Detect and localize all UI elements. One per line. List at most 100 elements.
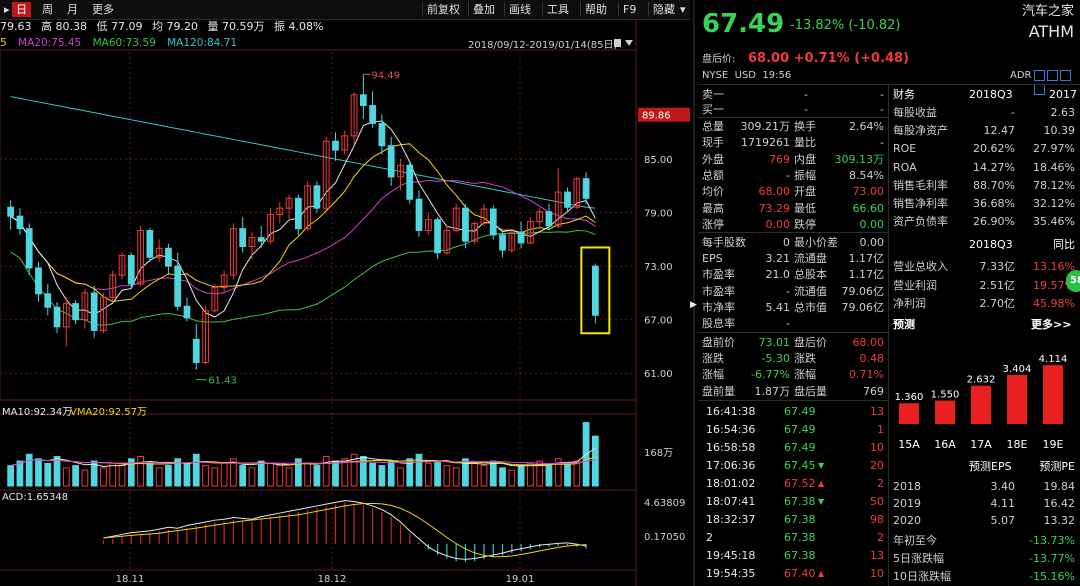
forecast-year: 2020 xyxy=(893,514,921,527)
finance-row: 每股净资产 12.47 10.39 xyxy=(891,122,1077,139)
tab-more[interactable]: 更多 xyxy=(88,2,118,17)
candle-body xyxy=(591,265,599,316)
stat-value: 309.21万 xyxy=(740,120,791,133)
forecast-year: 18E xyxy=(1007,438,1028,451)
stat-row: 盘前价 73.01 盘后价 68.00 xyxy=(698,334,888,351)
finance-label: 营业利润 xyxy=(893,278,937,292)
volume-bar xyxy=(25,453,33,487)
finance-value-prev: 35.46% xyxy=(1033,215,1075,229)
candle-body xyxy=(7,206,15,217)
volume-bar xyxy=(35,458,42,487)
candle-body xyxy=(545,211,553,227)
stat-row: 涨停 0.00 跌停 0.00 xyxy=(698,216,888,233)
forecast-year: 16A xyxy=(934,438,956,451)
overlay-button[interactable]: 叠加 xyxy=(468,2,499,17)
stat-label: 现手 xyxy=(702,136,724,150)
tick-volume: 20 xyxy=(870,459,884,472)
candle-body xyxy=(378,122,386,147)
panel-splitter[interactable]: ▶ xyxy=(690,0,698,586)
finance-yoy-head: 同比 xyxy=(1053,238,1075,251)
finance-row: ROE 20.62% 27.97% xyxy=(891,140,1077,157)
hide-button[interactable]: 隐藏 xyxy=(648,2,679,17)
stat-row: 最高 73.29 最低 66.60 xyxy=(698,200,888,217)
stat-label: 开盘 xyxy=(794,185,816,199)
stat-value: - xyxy=(786,317,790,330)
price-change: -13.82% (-10.82) xyxy=(790,18,901,33)
tab-month[interactable]: 月 xyxy=(63,2,82,17)
volume-bar xyxy=(53,456,61,487)
stat-label: 总股本 xyxy=(794,268,827,282)
tick-price: 67.40 xyxy=(784,567,816,580)
tick-volume: 98 xyxy=(870,513,884,526)
volume-bars xyxy=(7,422,599,487)
perf-label: 5日涨跌幅 xyxy=(893,552,944,565)
stat-value: 73.29 xyxy=(758,201,791,215)
tick-volume: 50 xyxy=(870,495,884,508)
adjust-button[interactable]: 前复权 xyxy=(422,2,464,17)
market-info: NYSE USD 19:56 xyxy=(702,70,792,81)
stat-value: 0.48 xyxy=(859,352,885,366)
forecast-bar-label: 1.360 xyxy=(895,392,924,403)
perf-row: 年初至今 -13.73% xyxy=(891,532,1077,549)
stat-label: 总量 xyxy=(702,120,724,133)
forecast-more-link[interactable]: 更多>> xyxy=(1031,317,1071,331)
stat-label: 流通值 xyxy=(794,284,827,298)
volume-bar xyxy=(517,465,525,487)
order-label: 买一 xyxy=(702,103,724,116)
forecast-eps: 3.40 xyxy=(990,480,1016,493)
stat-row: 总量 309.21万 换手 2.64% xyxy=(698,118,888,135)
chevron-down-icon[interactable]: ▾ xyxy=(676,2,690,17)
forecast-bar xyxy=(1043,365,1063,424)
volume-bar xyxy=(267,462,274,487)
volume-bar xyxy=(155,467,163,487)
stat-label: 涨幅 xyxy=(702,368,724,382)
candle-body xyxy=(53,306,61,328)
perf-label: 年初至今 xyxy=(893,534,937,547)
tick-volume: 13 xyxy=(870,549,884,562)
volume-bar xyxy=(424,462,432,487)
volume-bar xyxy=(109,462,117,487)
candle-body xyxy=(72,303,79,321)
stat-row: 涨跌 -5.30 涨跌 0.48 xyxy=(698,350,888,367)
macd-label: ACD:1.65348 xyxy=(2,492,68,503)
tick-time: 16:58:58 xyxy=(706,441,756,454)
tick-row: 16:58:58 67.49 10 xyxy=(698,439,888,456)
volume-bar xyxy=(202,465,209,487)
volume-bar xyxy=(313,465,321,487)
kline-chart[interactable]: 85.0079.0073.0067.0061.0089.86 18.11 18.1… xyxy=(0,0,690,586)
stat-label: 涨跌 xyxy=(794,352,816,366)
arrow-up-icon: ▲ xyxy=(818,479,825,488)
f9-button[interactable]: F9 xyxy=(618,2,640,17)
amp-value: 4.08% xyxy=(288,20,324,33)
tick-row: 2 67.38 2 xyxy=(698,529,888,546)
tab-day[interactable]: 日 xyxy=(12,2,31,17)
stat-value: 1719261 xyxy=(741,136,790,150)
tick-time: 2 xyxy=(706,531,713,544)
draw-button[interactable]: 画线 xyxy=(504,2,535,17)
candle-body xyxy=(415,198,423,231)
candle-body xyxy=(564,191,571,208)
tick-time: 16:54:36 xyxy=(706,423,756,436)
doc-icon[interactable] xyxy=(1047,70,1058,81)
collapse-arrow-icon[interactable]: ▶ xyxy=(690,300,697,310)
stat-label: 盘后量 xyxy=(794,384,827,398)
help-button[interactable]: 帮助 xyxy=(580,2,611,17)
link-icon[interactable] xyxy=(1060,70,1071,81)
tools-button[interactable]: 工具 xyxy=(542,2,573,17)
forecast-bar xyxy=(1007,374,1027,424)
tab-week[interactable]: 周 xyxy=(38,2,57,17)
volume-bar xyxy=(137,456,144,487)
stat-value: 1.87万 xyxy=(754,384,791,398)
finance-value-prev: 78.12% xyxy=(1033,178,1075,192)
stat-value: 769 xyxy=(769,152,790,166)
tick-price: 67.52 xyxy=(784,477,816,490)
finance-label: 每股收益 xyxy=(893,106,937,119)
lock-icon[interactable] xyxy=(614,39,633,47)
candle-body xyxy=(127,254,135,285)
stat-label: 盘后价 xyxy=(794,336,827,349)
tick-price: 67.49 xyxy=(784,441,816,454)
stat-row: 外盘 769 内盘 309.13万 xyxy=(698,151,888,168)
edit-icon[interactable] xyxy=(1034,70,1045,81)
finance-value-prev: 32.12% xyxy=(1033,197,1075,210)
side-badge[interactable]: 58 xyxy=(1066,270,1080,292)
